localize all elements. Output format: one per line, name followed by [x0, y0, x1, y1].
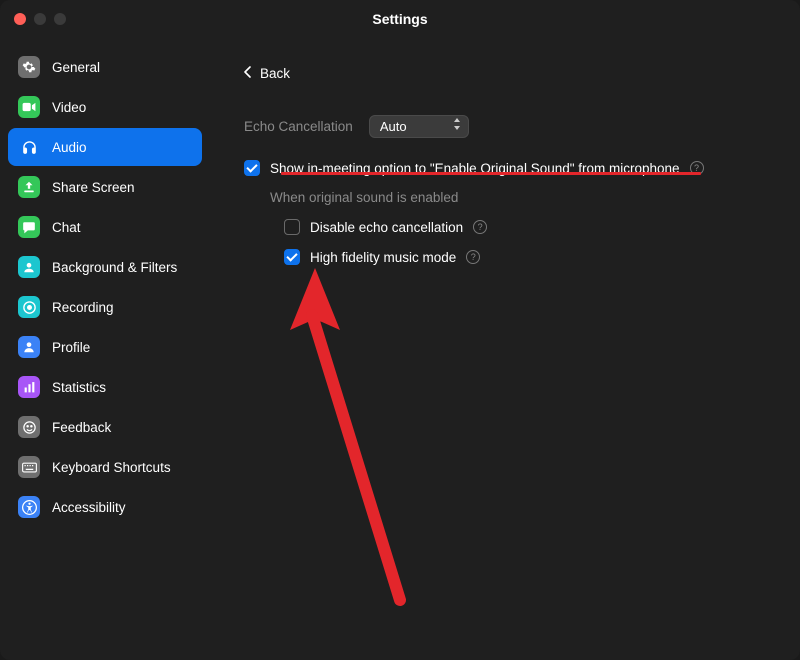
sidebar-item-label: Recording — [52, 300, 114, 315]
hifi-label: High fidelity music mode — [310, 250, 456, 265]
sidebar-item-recording[interactable]: Recording — [8, 288, 202, 326]
minimize-window-button[interactable] — [34, 13, 46, 25]
sidebar-item-label: Background & Filters — [52, 260, 177, 275]
original-sound-subsection: When original sound is enabled Disable e… — [270, 190, 766, 265]
accessibility-icon — [18, 496, 40, 518]
sidebar-item-keyboard-shortcuts[interactable]: Keyboard Shortcuts — [8, 448, 202, 486]
sidebar-item-share-screen[interactable]: Share Screen — [8, 168, 202, 206]
sidebar-item-label: Keyboard Shortcuts — [52, 460, 171, 475]
headphones-icon — [18, 136, 40, 158]
disable-echo-label: Disable echo cancellation — [310, 220, 463, 235]
sub-header: When original sound is enabled — [270, 190, 766, 205]
sidebar-item-label: Video — [52, 100, 86, 115]
profile-icon — [18, 336, 40, 358]
feedback-icon — [18, 416, 40, 438]
sidebar-item-accessibility[interactable]: Accessibility — [8, 488, 202, 526]
sidebar-item-background-filters[interactable]: Background & Filters — [8, 248, 202, 286]
maximize-window-button[interactable] — [54, 13, 66, 25]
sidebar-item-audio[interactable]: Audio — [8, 128, 202, 166]
original-sound-checkbox[interactable] — [244, 160, 260, 176]
main-panel: Back Echo Cancellation Auto Show in-meet… — [210, 38, 800, 660]
chat-icon — [18, 216, 40, 238]
echo-cancellation-select[interactable]: Auto — [369, 115, 469, 138]
hifi-checkbox[interactable] — [284, 249, 300, 265]
sidebar-item-label: Share Screen — [52, 180, 135, 195]
echo-cancellation-value: Auto — [380, 119, 407, 134]
window-title: Settings — [372, 11, 427, 27]
sidebar-item-label: General — [52, 60, 100, 75]
recording-icon — [18, 296, 40, 318]
title-bar: Settings — [0, 0, 800, 38]
sidebar-item-profile[interactable]: Profile — [8, 328, 202, 366]
traffic-lights — [14, 13, 66, 25]
sidebar-item-statistics[interactable]: Statistics — [8, 368, 202, 406]
sidebar-item-video[interactable]: Video — [8, 88, 202, 126]
statistics-icon — [18, 376, 40, 398]
echo-cancellation-row: Echo Cancellation Auto — [244, 115, 766, 138]
sidebar-item-chat[interactable]: Chat — [8, 208, 202, 246]
gear-icon — [18, 56, 40, 78]
sidebar-item-label: Feedback — [52, 420, 111, 435]
background-icon — [18, 256, 40, 278]
annotation-underline — [281, 172, 701, 175]
settings-window: Settings General Video Audio Share Screen Ch… — [0, 0, 800, 660]
sidebar-item-general[interactable]: General — [8, 48, 202, 86]
help-icon[interactable]: ? — [473, 220, 487, 234]
sidebar-item-label: Chat — [52, 220, 81, 235]
hifi-option: High fidelity music mode ? — [284, 249, 766, 265]
sidebar-item-label: Audio — [52, 140, 87, 155]
window-body: General Video Audio Share Screen Chat Backgro… — [0, 38, 800, 660]
sidebar-item-feedback[interactable]: Feedback — [8, 408, 202, 446]
sidebar-item-label: Statistics — [52, 380, 106, 395]
back-button[interactable]: Back — [244, 66, 766, 81]
disable-echo-checkbox[interactable] — [284, 219, 300, 235]
sidebar-item-label: Accessibility — [52, 500, 126, 515]
disable-echo-option: Disable echo cancellation ? — [284, 219, 766, 235]
close-window-button[interactable] — [14, 13, 26, 25]
sidebar: General Video Audio Share Screen Chat Backgro… — [0, 38, 210, 660]
keyboard-icon — [18, 456, 40, 478]
sidebar-item-label: Profile — [52, 340, 90, 355]
echo-cancellation-label: Echo Cancellation — [244, 119, 353, 134]
chevron-left-icon — [244, 66, 252, 81]
help-icon[interactable]: ? — [466, 250, 480, 264]
share-icon — [18, 176, 40, 198]
video-icon — [18, 96, 40, 118]
back-label: Back — [260, 66, 290, 81]
